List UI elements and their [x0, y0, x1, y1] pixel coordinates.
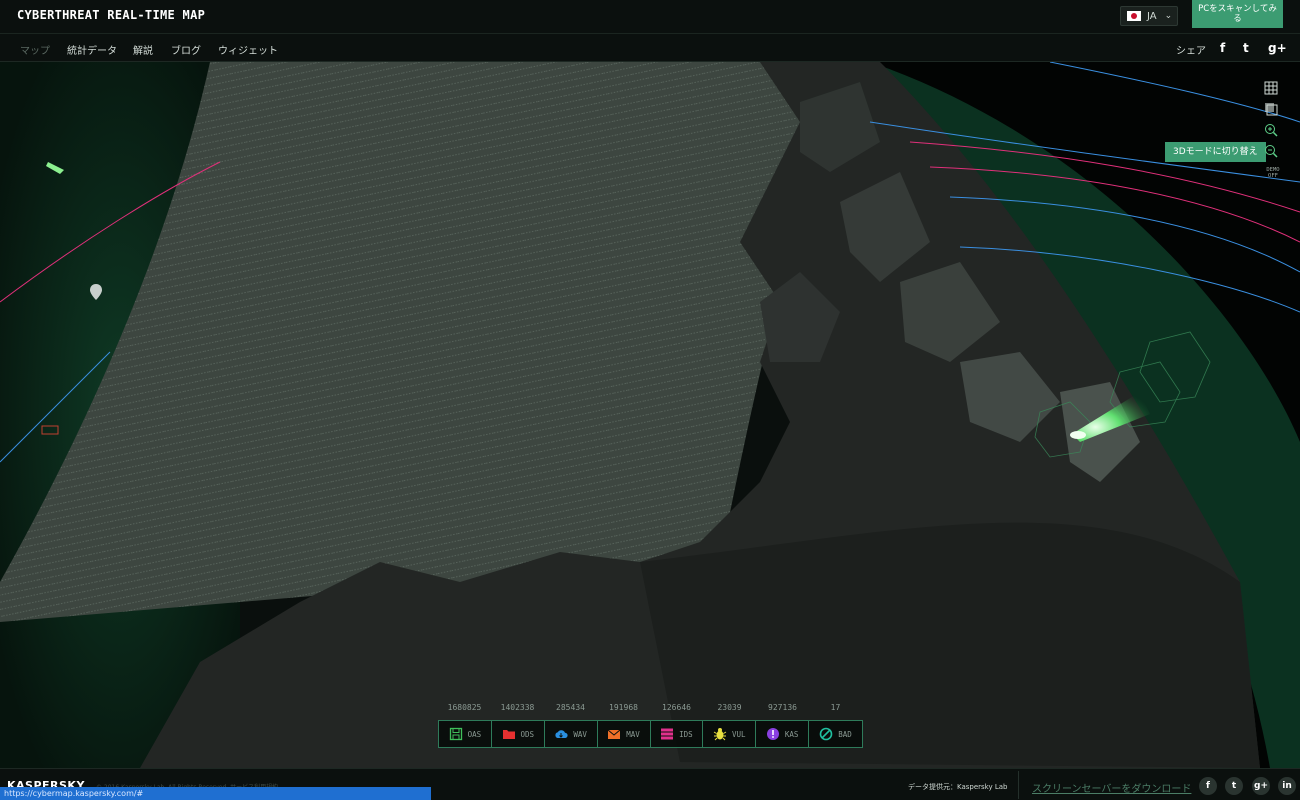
mail-icon: [607, 727, 621, 741]
3d-mode-tooltip: 3Dモードに切り替え: [1165, 142, 1266, 162]
stat-filter-ods[interactable]: ODS: [492, 721, 545, 747]
data-provider-text: データ提供元：Kaspersky Lab: [908, 783, 1008, 791]
scan-pc-button[interactable]: PCをスキャンしてみる: [1192, 0, 1283, 28]
stat-filter-mav[interactable]: MAV: [598, 721, 651, 747]
stat-label: VUL: [732, 729, 746, 739]
threat-hotspot-core: [1070, 431, 1086, 439]
stat-label: MAV: [626, 729, 640, 739]
cloud-icon: [554, 727, 569, 741]
threat-stats-bar: 1680825 1402338 285434 191968 126646 23039 927…: [438, 703, 863, 748]
top-header: CYBERTHREAT REAL-TIME MAP JA ⌄ PCをスキャンして…: [0, 0, 1300, 34]
stat-count-kas: 927136: [768, 703, 797, 712]
stat-count-ids: 126646: [662, 703, 691, 712]
alert-icon: [766, 727, 780, 741]
language-code: JA: [1147, 10, 1157, 22]
stat-count-ods: 1402338: [500, 703, 535, 712]
stat-filter-bad[interactable]: BAD: [809, 721, 862, 747]
stat-count-mav: 191968: [609, 703, 638, 712]
footer-facebook-icon[interactable]: f: [1199, 777, 1217, 795]
map-scene: [0, 62, 1300, 768]
stat-filter-ids[interactable]: IDS: [651, 721, 704, 747]
footer-twitter-icon[interactable]: t: [1225, 777, 1243, 795]
japan-flag-icon: [1127, 11, 1141, 21]
zoom-out-button[interactable]: [1264, 144, 1282, 162]
grid-icon: [1264, 81, 1278, 95]
nav-item-widget[interactable]: ウィジェット: [218, 42, 278, 57]
layers-icon: [1265, 103, 1278, 116]
twitter-icon[interactable]: t: [1243, 41, 1249, 55]
screensaver-download-link[interactable]: スクリーンセーバーをダウンロード: [1032, 780, 1191, 795]
stat-filter-oas[interactable]: OAS: [439, 721, 492, 747]
zoom-in-icon: [1265, 124, 1278, 137]
demo-toggle-button[interactable]: DEMO OFF: [1264, 167, 1282, 179]
bug-icon: [713, 727, 727, 741]
stat-count-wav: 285434: [556, 703, 585, 712]
footer-google-plus-icon[interactable]: g+: [1252, 777, 1270, 795]
stat-filter-vul[interactable]: VUL: [703, 721, 757, 747]
stat-label: BAD: [838, 729, 852, 739]
zoom-in-button[interactable]: [1264, 123, 1282, 141]
folder-icon: [502, 727, 516, 741]
footer-linkedin-icon[interactable]: in: [1278, 777, 1296, 795]
stat-label: WAV: [573, 729, 587, 739]
stat-label: KAS: [784, 729, 799, 739]
stat-count-bad: 17: [830, 703, 841, 712]
nav-item-blog[interactable]: ブログ: [171, 42, 201, 57]
stat-filter-wav[interactable]: WAV: [545, 721, 598, 747]
stat-label: ODS: [520, 729, 535, 739]
zoom-out-icon: [1265, 145, 1278, 158]
stat-count-oas: 1680825: [447, 703, 482, 712]
status-bar-url: https://cybermap.kaspersky.com/#: [0, 787, 431, 800]
nav-item-map[interactable]: マップ: [20, 42, 50, 57]
stat-label: OAS: [467, 729, 482, 739]
app-root: CYBERTHREAT REAL-TIME MAP JA ⌄ PCをスキャンして…: [0, 0, 1300, 800]
language-selector[interactable]: JA ⌄: [1120, 6, 1178, 26]
save-icon: [449, 727, 463, 741]
footer-divider: [1018, 771, 1019, 799]
stat-filter-kas[interactable]: KAS: [756, 721, 810, 747]
share-label: シェア: [1176, 46, 1206, 57]
block-icon: [819, 727, 833, 741]
stat-label: IDS: [679, 729, 693, 739]
main-nav: マップ 統計データ 解説 ブログ ウィジェット シェア f t g+: [0, 34, 1300, 62]
google-plus-icon[interactable]: g+: [1268, 41, 1287, 55]
view-toggle-button[interactable]: [1264, 102, 1282, 120]
app-title[interactable]: CYBERTHREAT REAL-TIME MAP: [17, 8, 205, 22]
nav-item-statistics[interactable]: 統計データ: [67, 42, 117, 57]
nav-item-explanation[interactable]: 解説: [133, 42, 153, 57]
facebook-icon[interactable]: f: [1220, 41, 1225, 55]
stat-count-vul: 23039: [717, 703, 742, 712]
threat-map-canvas[interactable]: 3Dモードに切り替え DEMO OFF: [0, 62, 1300, 768]
chevron-down-icon: ⌄: [1164, 11, 1173, 21]
ids-icon: [660, 727, 674, 741]
grid-toggle-button[interactable]: [1264, 81, 1282, 99]
